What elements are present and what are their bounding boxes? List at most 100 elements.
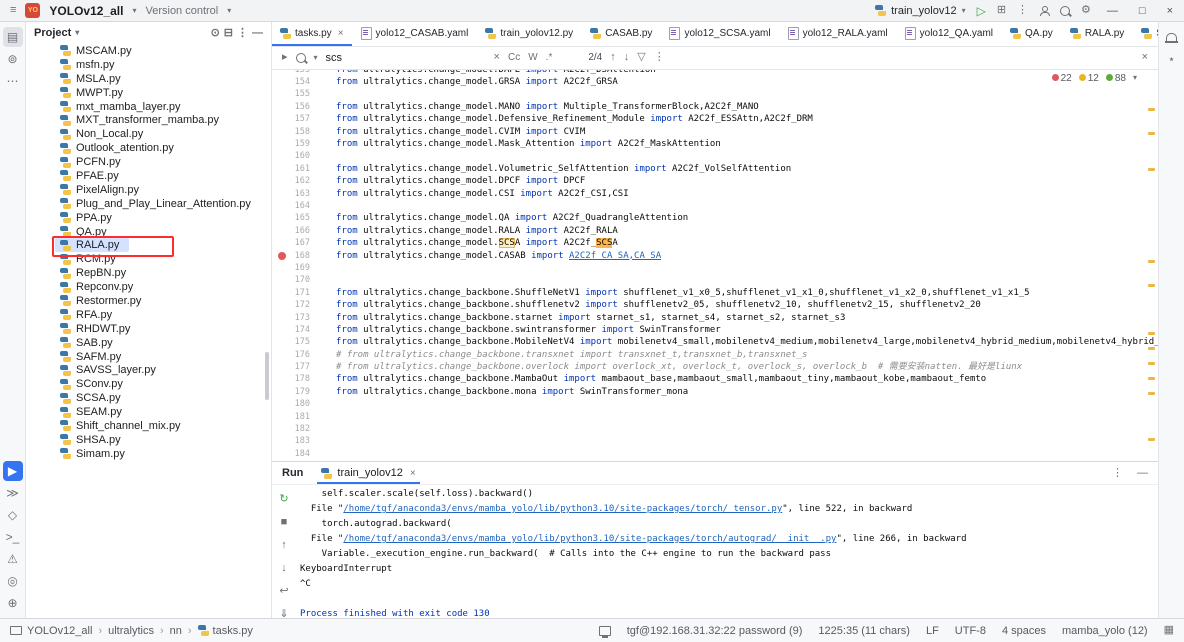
editor-tab-yolo12_CASAB.yaml[interactable]: yolo12_CASAB.yaml (353, 22, 478, 46)
hide-run-panel-icon[interactable]: — (1137, 468, 1148, 479)
project-file-PPA.py[interactable]: PPA.py (60, 211, 271, 225)
regex-toggle[interactable]: .* (546, 52, 553, 63)
gutter-line-158[interactable]: 158 (272, 126, 324, 138)
project-file-msfn.py[interactable]: msfn.py (60, 58, 271, 72)
project-file-SConv.py[interactable]: SConv.py (60, 377, 271, 391)
code-with-me-icon[interactable] (1039, 6, 1049, 16)
maximize-button[interactable]: □ (1134, 5, 1151, 17)
previous-match-icon[interactable]: ↑ (610, 52, 616, 63)
editor-tab-tasks.py[interactable]: tasks.py× (272, 22, 353, 46)
gutter-line-169[interactable]: 169 (272, 262, 324, 274)
file-link[interactable]: /home/tgf/anaconda3/envs/mamba_yolo/lib/… (343, 504, 782, 514)
project-name[interactable]: YOLOv12_all (49, 4, 123, 18)
project-file-SAVSS_layer.py[interactable]: SAVSS_layer.py (60, 363, 271, 377)
run-options-icon[interactable]: ⊞ (997, 5, 1006, 16)
prev-occurrence-button[interactable]: ↑ (281, 535, 287, 553)
python-packages-button[interactable]: ◇ (3, 505, 23, 525)
gutter-line-166[interactable]: 166 (272, 225, 324, 237)
gutter-line-176[interactable]: 176 (272, 349, 324, 361)
file-link[interactable]: /home/tgf/anaconda3/envs/mamba_yolo/lib/… (343, 534, 836, 544)
gutter-line-163[interactable]: 163 (272, 188, 324, 200)
panel-options-icon[interactable]: ⋮ (237, 28, 248, 39)
breadcrumb-nn[interactable]: nn (170, 625, 182, 637)
project-file-PixelAlign.py[interactable]: PixelAlign.py (60, 183, 271, 197)
stop-button[interactable]: ■ (281, 512, 288, 530)
status-item[interactable]: 4 spaces (1002, 625, 1046, 637)
gutter-line-174[interactable]: 174 (272, 324, 324, 336)
search-options-icon[interactable]: ⋮ (654, 52, 665, 63)
gutter-line-155[interactable]: 155 (272, 88, 324, 100)
scroll-to-end-button[interactable]: ⇓ (279, 604, 288, 618)
gutter-line-171[interactable]: 171 (272, 287, 324, 299)
gutter-line-164[interactable]: 164 (272, 200, 324, 212)
editor-tab-train_yolov12.py[interactable]: train_yolov12.py (477, 22, 582, 46)
project-tool-button[interactable]: ▤ (3, 27, 23, 47)
project-file-mxt_mamba_layer.py[interactable]: mxt_mamba_layer.py (60, 100, 271, 114)
run-configuration-selector[interactable]: train_yolov12 ▾ (875, 5, 965, 17)
project-file-Outlook_atention.py[interactable]: Outlook_atention.py (60, 141, 271, 155)
editor-tab-SCSA.py[interactable]: SCSA.py (1133, 22, 1158, 46)
gutter-line-162[interactable]: 162 (272, 175, 324, 187)
gutter-line-167[interactable]: 167 (272, 237, 324, 249)
gutter-line-177[interactable]: 177 (272, 361, 324, 373)
editor-tab-yolo12_RALA.yaml[interactable]: yolo12_RALA.yaml (780, 22, 897, 46)
gutter-line-184[interactable]: 184 (272, 448, 324, 460)
gutter-line-160[interactable]: 160 (272, 150, 324, 162)
locate-file-icon[interactable]: ⊙ (211, 28, 220, 39)
status-item[interactable]: 1225:35 (11 chars) (818, 625, 910, 637)
project-file-RFA.py[interactable]: RFA.py (60, 308, 271, 322)
code-editor[interactable]: 1531541551561571581591601611621631641651… (272, 70, 1158, 461)
project-file-QA.py[interactable]: QA.py (60, 225, 271, 239)
gutter-line-182[interactable]: 182 (272, 423, 324, 435)
gutter-line-161[interactable]: 161 (272, 163, 324, 175)
gutter-line-154[interactable]: 154 (272, 76, 324, 88)
collapse-all-icon[interactable]: ⊟ (224, 28, 233, 39)
gutter-line-175[interactable]: 175 (272, 336, 324, 348)
more-tool-windows-button[interactable]: ⋯ (3, 71, 23, 91)
vcs-widget[interactable]: Version control (145, 5, 218, 17)
gutter-line-157[interactable]: 157 (272, 113, 324, 125)
file-link[interactable]: A2C2f_CA_SA,CA_SA (569, 251, 661, 261)
status-item[interactable]: UTF-8 (955, 625, 986, 637)
project-file-Non_Local.py[interactable]: Non_Local.py (60, 127, 271, 141)
close-button[interactable]: × (1162, 5, 1178, 17)
project-file-MXT_transformer_mamba.py[interactable]: MXT_transformer_mamba.py (60, 113, 271, 127)
project-file-Simam.py[interactable]: Simam.py (60, 447, 271, 461)
run-tab[interactable]: train_yolov12 × (317, 462, 419, 484)
gutter-line-159[interactable]: 159 (272, 138, 324, 150)
gutter-line-170[interactable]: 170 (272, 274, 324, 286)
project-file-SAFM.py[interactable]: SAFM.py (60, 350, 271, 364)
gutter-line-168[interactable]: 168 (272, 250, 324, 262)
project-file-Plug_and_Play_Linear_Attention.py[interactable]: Plug_and_Play_Linear_Attention.py (60, 197, 271, 211)
status-item[interactable]: mamba_yolo (12) (1062, 625, 1148, 637)
breakpoint-icon[interactable] (278, 252, 286, 260)
todo-button[interactable]: ◎ (3, 571, 23, 591)
search-history-icon[interactable]: ▾ (314, 54, 318, 62)
next-match-icon[interactable]: ↓ (624, 52, 630, 63)
next-occurrence-button[interactable]: ↓ (281, 558, 287, 576)
project-file-SAB.py[interactable]: SAB.py (60, 336, 271, 350)
gutter-line-156[interactable]: 156 (272, 101, 324, 113)
match-case-toggle[interactable]: Cc (508, 52, 520, 63)
main-menu-icon[interactable]: ≡ (10, 5, 16, 16)
python-console-button[interactable]: ≫ (3, 483, 23, 503)
gutter-line-183[interactable]: 183 (272, 435, 324, 447)
project-file-MWPT.py[interactable]: MWPT.py (60, 86, 271, 100)
status-item[interactable]: tgf@192.168.31.32:22 password (9) (627, 625, 803, 637)
project-file-PFAE.py[interactable]: PFAE.py (60, 169, 271, 183)
search-input[interactable]: scs (326, 52, 486, 64)
gutter-line-173[interactable]: 173 (272, 312, 324, 324)
rerun-button[interactable]: ↻ (279, 489, 288, 507)
project-file-RHDWT.py[interactable]: RHDWT.py (60, 322, 271, 336)
project-file-RepBN.py[interactable]: RepBN.py (60, 266, 271, 280)
hide-panel-icon[interactable]: — (252, 28, 263, 39)
filter-search-icon[interactable]: ▽ (637, 52, 645, 63)
run-console[interactable]: self.scaler.scale(self.loss).backward() … (296, 485, 1158, 618)
run-panel-options-icon[interactable]: ⋮ (1112, 468, 1123, 479)
project-file-Repconv.py[interactable]: Repconv.py (60, 280, 271, 294)
gutter-line-181[interactable]: 181 (272, 411, 324, 423)
status-item[interactable]: LF (926, 625, 939, 637)
editor-tab-QA.py[interactable]: QA.py (1002, 22, 1062, 46)
project-file-SEAM.py[interactable]: SEAM.py (60, 405, 271, 419)
close-run-tab-icon[interactable]: × (410, 468, 416, 479)
